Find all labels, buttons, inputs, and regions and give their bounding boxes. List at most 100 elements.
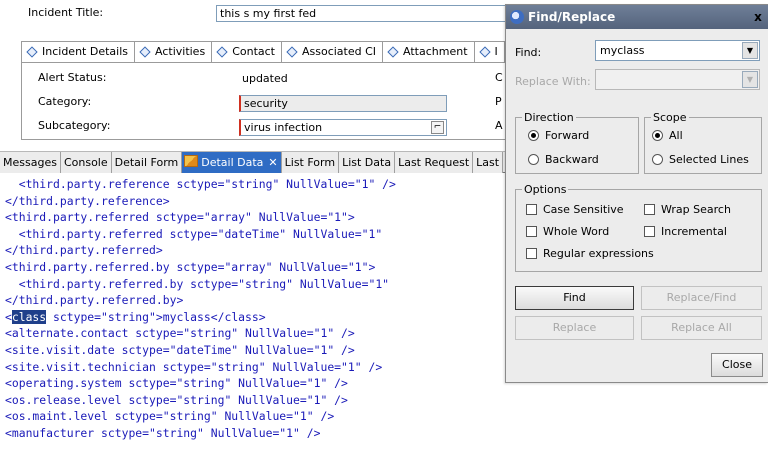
tab-detail-form[interactable]: Detail Form (111, 152, 183, 173)
close-icon[interactable]: x (750, 9, 766, 25)
tab-list-data[interactable]: List Data (339, 152, 396, 173)
checkbox-icon[interactable] (526, 204, 537, 215)
tab-contact[interactable]: Contact (211, 41, 282, 63)
checkbox-whole-word[interactable]: Whole Word (526, 225, 609, 238)
search-match-highlight[interactable]: class (11, 309, 47, 324)
diamond-icon (478, 46, 491, 58)
diamond-icon (26, 46, 38, 58)
tab-label: Detail Data (201, 156, 264, 169)
radio-off-icon[interactable] (652, 154, 663, 165)
checkbox-wrap-search[interactable]: Wrap Search (644, 203, 731, 216)
incident-title-input[interactable]: this s my first fed (216, 5, 506, 22)
chevron-down-icon[interactable]: ▼ (742, 42, 758, 59)
tab-label: Associated CI (301, 45, 377, 58)
code-line[interactable]: <os.maint.level sctype="string" NullValu… (5, 408, 334, 424)
subcategory-value: virus infection (244, 121, 323, 134)
diamond-icon (387, 46, 399, 58)
code-line[interactable]: <third.party.referred.by sctype="string"… (5, 276, 389, 292)
radio-on-icon[interactable] (528, 130, 539, 141)
find-input[interactable]: myclass (600, 44, 645, 57)
incident-tabbar: Incident Details Activities Contact Asso… (21, 41, 505, 63)
replace-find-button[interactable]: Replace/Find (641, 286, 762, 310)
tab-label: Activities (155, 45, 206, 58)
checkbox-icon[interactable] (526, 226, 537, 237)
case-sensitive-label: Case Sensitive (543, 203, 624, 216)
radio-scope-selected[interactable]: Selected Lines (652, 153, 749, 166)
close-tab-icon[interactable]: ✕ (268, 156, 277, 169)
checkbox-incremental[interactable]: Incremental (644, 225, 727, 238)
checkbox-icon[interactable] (644, 226, 655, 237)
tab-detail-data[interactable]: Detail Data ✕ (182, 152, 282, 173)
radio-on-icon[interactable] (652, 130, 663, 141)
regex-label: Regular expressions (543, 247, 654, 260)
alert-status-label: Alert Status: (38, 71, 107, 84)
tab-label: Contact (232, 45, 275, 58)
radio-off-icon[interactable] (528, 154, 539, 165)
code-line[interactable]: <alternate.contact sctype="string" NullV… (5, 325, 355, 341)
radio-scope-all[interactable]: All (652, 129, 683, 142)
code-line[interactable]: <site.visit.technician sctype="string" N… (5, 359, 382, 375)
tab-list-form[interactable]: List Form (281, 152, 340, 173)
tab-messages[interactable]: Messages (0, 152, 61, 173)
find-icon (510, 10, 524, 24)
lookup-icon[interactable]: ⌐ (431, 121, 444, 134)
checkbox-icon[interactable] (644, 204, 655, 215)
subcategory-label: Subcategory: (38, 119, 111, 132)
tab-attachment[interactable]: Attachment (382, 41, 475, 63)
tab-activities[interactable]: Activities (134, 41, 213, 63)
chevron-down-icon[interactable]: ▼ (742, 71, 758, 88)
radio-forward[interactable]: Forward (528, 129, 589, 142)
find-replace-dialog: Find/Replace x Find: myclass ▼ Replace W… (505, 4, 768, 383)
code-line[interactable]: <third.party.referred sctype="array" Nul… (5, 209, 355, 225)
tab-console[interactable]: Console (60, 152, 112, 173)
code-line[interactable]: <third.party.reference sctype="string" N… (5, 176, 396, 192)
code-line[interactable]: </third.party.referred> (5, 242, 163, 258)
incident-title-label: Incident Title: (28, 6, 104, 19)
incremental-label: Incremental (661, 225, 727, 238)
right-field-label-1: C (495, 71, 503, 84)
diamond-icon (286, 46, 298, 58)
subcategory-field[interactable]: virus infection ⌐ (239, 119, 447, 136)
tab-label: Incident Details (42, 45, 128, 58)
replace-all-button[interactable]: Replace All (641, 316, 762, 340)
tab-label: Attachment (403, 45, 468, 58)
code-line[interactable]: <operating.system sctype="string" NullVa… (5, 375, 348, 391)
dialog-titlebar[interactable]: Find/Replace x (506, 5, 768, 29)
wrap-search-label: Wrap Search (661, 203, 731, 216)
tab-associated-ci[interactable]: Associated CI (280, 41, 384, 63)
diamond-icon (216, 46, 228, 58)
radio-all-label: All (669, 129, 683, 142)
data-icon (184, 155, 199, 167)
replace-button[interactable]: Replace (515, 316, 634, 340)
find-button[interactable]: Find (515, 286, 634, 310)
code-line[interactable]: <manufacturer sctype="string" NullValue=… (5, 425, 320, 441)
close-button[interactable]: Close (711, 353, 763, 377)
code-line[interactable]: <os.release.level sctype="string" NullVa… (5, 392, 348, 408)
code-line[interactable]: </third.party.referred.by> (5, 292, 183, 308)
code-line[interactable]: <class sctype="string">myclass</class> (5, 309, 266, 325)
tab-overflow[interactable]: I (473, 41, 505, 63)
checkbox-icon[interactable] (526, 248, 537, 259)
right-field-label-2: P (495, 95, 502, 108)
radio-forward-label: Forward (545, 129, 590, 142)
checkbox-case-sensitive[interactable]: Case Sensitive (526, 203, 624, 216)
category-label: Category: (38, 95, 92, 108)
radio-backward-label: Backward (545, 153, 599, 166)
radio-backward[interactable]: Backward (528, 153, 599, 166)
code-line[interactable]: <third.party.referred sctype="dateTime" … (5, 226, 382, 242)
code-line[interactable]: <third.party.referred.by sctype="array" … (5, 259, 375, 275)
options-legend: Options (522, 183, 569, 196)
scope-legend: Scope (651, 111, 689, 124)
code-line[interactable]: </third.party.reference> (5, 193, 170, 209)
replace-label: Replace With: (515, 75, 591, 88)
right-field-label-3: A (495, 119, 503, 132)
find-combo[interactable]: myclass ▼ (595, 40, 760, 61)
category-field[interactable]: security (239, 95, 447, 112)
tab-last[interactable]: Last (473, 152, 504, 173)
replace-combo[interactable]: ▼ (595, 69, 760, 90)
tab-incident-details[interactable]: Incident Details (21, 41, 135, 63)
direction-legend: Direction (522, 111, 576, 124)
code-line[interactable]: <site.visit.date sctype="dateTime" NullV… (5, 342, 355, 358)
checkbox-regex[interactable]: Regular expressions (526, 247, 654, 260)
tab-last-request[interactable]: Last Request (395, 152, 474, 173)
